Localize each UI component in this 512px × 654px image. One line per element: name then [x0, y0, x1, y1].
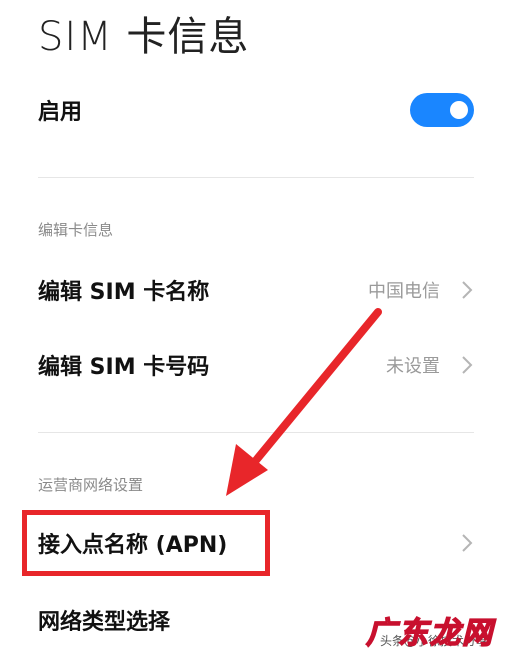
sim-card-info-screen: SIM 卡信息 启用 编辑卡信息 编辑 SIM 卡名称 中国电信 编辑 SIM …	[0, 0, 512, 654]
edit-sim-number-row[interactable]: 编辑 SIM 卡号码 未设置	[0, 335, 512, 395]
annotation-highlight-box	[22, 510, 270, 576]
edit-sim-number-value: 未设置	[386, 356, 440, 377]
enable-row[interactable]: 启用	[0, 80, 512, 140]
edit-sim-number-label: 编辑 SIM 卡号码	[38, 355, 210, 380]
divider	[38, 432, 474, 433]
chevron-right-icon	[462, 356, 473, 374]
edit-sim-name-label: 编辑 SIM 卡名称	[38, 280, 210, 305]
watermark-brand: 广东龙网	[365, 615, 494, 652]
divider	[38, 177, 474, 178]
enable-label: 启用	[38, 100, 83, 125]
chevron-right-icon	[462, 281, 473, 299]
edit-sim-name-row[interactable]: 编辑 SIM 卡名称 中国电信	[0, 260, 512, 320]
edit-sim-name-value: 中国电信	[368, 281, 440, 302]
toggle-knob	[450, 101, 468, 119]
enable-toggle[interactable]	[410, 93, 474, 127]
section-header-edit-card-info: 编辑卡信息	[38, 221, 114, 239]
chevron-right-icon	[462, 534, 473, 552]
network-type-label: 网络类型选择	[38, 610, 171, 635]
page-title: SIM 卡信息	[38, 14, 250, 60]
section-header-carrier-network: 运营商网络设置	[38, 476, 144, 494]
